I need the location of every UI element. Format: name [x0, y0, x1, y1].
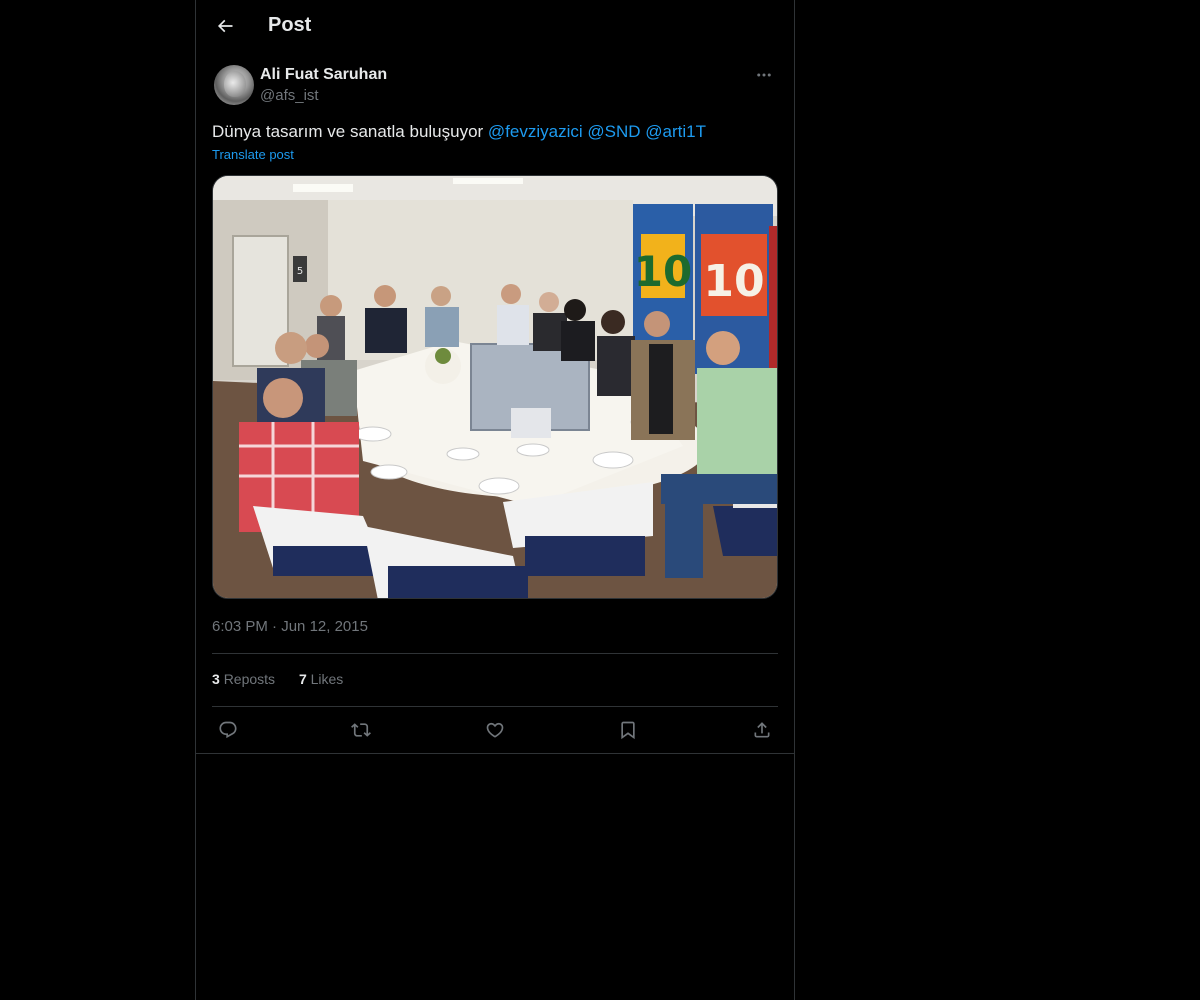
- post-date[interactable]: Jun 12, 2015: [281, 618, 368, 635]
- repost-button[interactable]: [345, 714, 377, 746]
- mention-link[interactable]: @arti1T: [645, 122, 706, 141]
- banner-number-1: 10: [634, 247, 692, 296]
- banner-number-2: 10: [703, 256, 764, 307]
- post-photo[interactable]: 5 10 10: [212, 175, 778, 599]
- like-button[interactable]: [479, 714, 511, 746]
- back-button[interactable]: [208, 9, 242, 43]
- timestamp-separator: ·: [272, 618, 278, 635]
- post-actions: [212, 714, 778, 746]
- translate-post-link[interactable]: Translate post: [212, 147, 294, 162]
- likes-stat[interactable]: 7 Likes: [299, 671, 343, 687]
- repost-icon: [351, 723, 371, 737]
- photo-image: 5 10 10: [213, 176, 777, 598]
- post-text-body: Dünya tasarım ve sanatla buluşuyor: [212, 122, 488, 141]
- reposts-count: 3: [212, 671, 220, 687]
- post-stats: 3 Reposts 7 Likes: [212, 671, 363, 687]
- post-timestamp: 6:03 PM · Jun 12, 2015: [212, 618, 368, 635]
- more-horizontal-icon: [757, 73, 771, 77]
- reposts-stat[interactable]: 3 Reposts: [212, 671, 275, 687]
- more-options-button[interactable]: [750, 65, 778, 85]
- divider: [212, 706, 778, 707]
- likes-label: Likes: [310, 671, 344, 687]
- door-sign-text: 5: [297, 266, 303, 277]
- share-button[interactable]: [746, 714, 778, 746]
- reply-button[interactable]: [212, 714, 244, 746]
- mention-link[interactable]: @fevziyazici: [488, 122, 583, 141]
- reply-icon: [219, 721, 237, 739]
- mention-link[interactable]: @SND: [587, 122, 640, 141]
- author-display-name[interactable]: Ali Fuat Saruhan: [260, 66, 387, 84]
- arrow-left-icon: [217, 19, 233, 33]
- like-icon: [486, 722, 504, 738]
- reposts-label: Reposts: [223, 671, 276, 687]
- page-title: Post: [268, 14, 312, 36]
- bookmark-icon: [621, 721, 635, 740]
- primary-column: Post Ali Fuat Saruhan @afs_ist Dünya tas…: [195, 0, 795, 1000]
- post-text: Dünya tasarım ve sanatla buluşuyor @fevz…: [212, 120, 778, 144]
- post-time[interactable]: 6:03 PM: [212, 618, 268, 635]
- bookmark-button[interactable]: [612, 714, 644, 746]
- divider: [196, 753, 794, 754]
- post-author: Ali Fuat Saruhan @afs_ist: [212, 63, 778, 107]
- share-icon: [754, 722, 770, 738]
- page-header: Post: [196, 0, 794, 53]
- divider: [212, 653, 778, 654]
- avatar[interactable]: [214, 65, 254, 105]
- likes-count: 7: [298, 671, 307, 687]
- author-handle[interactable]: @afs_ist: [260, 87, 319, 104]
